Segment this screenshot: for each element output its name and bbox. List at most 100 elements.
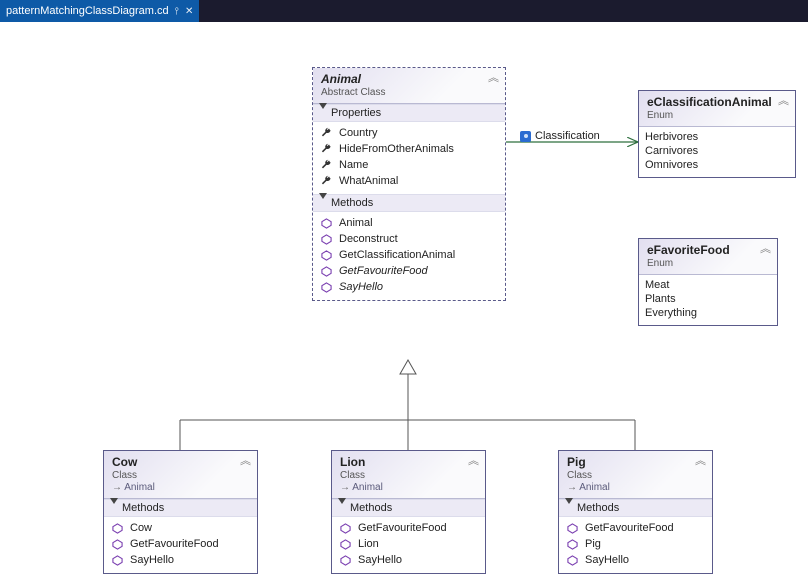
class-kind: Class <box>340 470 479 481</box>
document-tab[interactable]: patternMatchingClassDiagram.cd ⫯ ✕ <box>0 0 199 22</box>
class-title: Cow <box>112 455 251 469</box>
association-label: Classification <box>520 130 600 142</box>
class-title: Pig <box>567 455 706 469</box>
section-methods-header[interactable]: Methods <box>559 499 712 517</box>
class-header: eClassificationAnimal Enum <box>639 91 795 127</box>
method-item[interactable]: GetClassificationAnimal <box>317 247 501 263</box>
enum-value[interactable]: Omnivores <box>643 158 791 172</box>
method-icon <box>319 216 333 230</box>
collapse-icon[interactable] <box>240 456 251 467</box>
arrow-icon: → <box>567 482 579 493</box>
diagram-canvas[interactable]: Classification Animal Abstract Class Pro… <box>0 22 808 585</box>
method-item[interactable]: GetFavouriteFood <box>336 520 481 536</box>
expand-icon <box>565 504 573 516</box>
section-label: Methods <box>331 197 373 209</box>
methods-list: Cow GetFavouriteFood SayHello <box>104 517 257 573</box>
method-item[interactable]: SayHello <box>336 552 481 568</box>
enum-value[interactable]: Everything <box>643 306 773 320</box>
section-properties-header[interactable]: Properties <box>313 104 505 122</box>
inherits-label: → Animal <box>340 482 479 493</box>
class-kind: Enum <box>647 258 771 269</box>
method-item[interactable]: GetFavouriteFood <box>563 520 708 536</box>
class-header: Pig Class → Animal <box>559 451 712 499</box>
class-box-lion[interactable]: Lion Class → Animal Methods GetFavourite… <box>331 450 486 574</box>
method-icon <box>338 521 352 535</box>
association-text: Classification <box>535 130 600 142</box>
section-label: Methods <box>122 502 164 514</box>
class-kind: Enum <box>647 110 789 121</box>
collapse-icon[interactable] <box>468 456 479 467</box>
method-icon <box>338 553 352 567</box>
close-icon[interactable]: ✕ <box>185 6 193 17</box>
class-header: Cow Class → Animal <box>104 451 257 499</box>
method-icon <box>565 553 579 567</box>
method-item[interactable]: SayHello <box>563 552 708 568</box>
class-box-cow[interactable]: Cow Class → Animal Methods Cow GetFavour… <box>103 450 258 574</box>
method-icon <box>319 264 333 278</box>
inherits-label: → Animal <box>112 482 251 493</box>
methods-list: GetFavouriteFood Pig SayHello <box>559 517 712 573</box>
enum-box-efavoritefood[interactable]: eFavoriteFood Enum Meat Plants Everythin… <box>638 238 778 326</box>
enum-values-list: Herbivores Carnivores Omnivores <box>639 127 795 177</box>
arrow-icon: → <box>112 482 124 493</box>
method-item[interactable]: Lion <box>336 536 481 552</box>
method-icon <box>319 232 333 246</box>
properties-list: Country HideFromOtherAnimals Name WhatAn… <box>313 122 505 194</box>
method-item[interactable]: SayHello <box>108 552 253 568</box>
collapse-icon[interactable] <box>760 244 771 255</box>
method-item[interactable]: Pig <box>563 536 708 552</box>
method-icon <box>319 280 333 294</box>
class-box-animal[interactable]: Animal Abstract Class Properties Country… <box>312 67 506 301</box>
expand-icon <box>319 109 327 121</box>
wrench-icon <box>319 142 333 156</box>
enum-value[interactable]: Herbivores <box>643 130 791 144</box>
expand-icon <box>319 199 327 211</box>
section-methods-header[interactable]: Methods <box>332 499 485 517</box>
method-item[interactable]: GetFavouriteFood <box>108 536 253 552</box>
wrench-icon <box>319 126 333 140</box>
class-title: eFavoriteFood <box>647 243 771 257</box>
class-kind: Class <box>112 470 251 481</box>
class-header: eFavoriteFood Enum <box>639 239 777 275</box>
method-icon <box>110 521 124 535</box>
enum-value[interactable]: Meat <box>643 278 773 292</box>
section-methods-header[interactable]: Methods <box>104 499 257 517</box>
pin-icon[interactable]: ⫯ <box>175 6 179 17</box>
section-label: Properties <box>331 107 381 119</box>
class-kind: Abstract Class <box>321 87 499 98</box>
collapse-icon[interactable] <box>488 73 499 84</box>
method-item[interactable]: SayHello <box>317 279 501 295</box>
property-item[interactable]: Name <box>317 157 501 173</box>
enum-value[interactable]: Plants <box>643 292 773 306</box>
collapse-icon[interactable] <box>778 96 789 107</box>
method-icon <box>110 537 124 551</box>
enum-box-eclassificationanimal[interactable]: eClassificationAnimal Enum Herbivores Ca… <box>638 90 796 178</box>
method-item[interactable]: Animal <box>317 215 501 231</box>
class-title: Lion <box>340 455 479 469</box>
enum-value[interactable]: Carnivores <box>643 144 791 158</box>
section-methods-header[interactable]: Methods <box>313 194 505 212</box>
method-item[interactable]: Deconstruct <box>317 231 501 247</box>
method-icon <box>338 537 352 551</box>
method-item[interactable]: GetFavouriteFood <box>317 263 501 279</box>
class-header: Lion Class → Animal <box>332 451 485 499</box>
class-header: Animal Abstract Class <box>313 68 505 104</box>
wrench-icon <box>319 174 333 188</box>
class-title: Animal <box>321 72 499 86</box>
collapse-icon[interactable] <box>695 456 706 467</box>
titlebar: patternMatchingClassDiagram.cd ⫯ ✕ <box>0 0 808 22</box>
expand-icon <box>110 504 118 516</box>
property-item[interactable]: Country <box>317 125 501 141</box>
property-item[interactable]: WhatAnimal <box>317 173 501 189</box>
method-item[interactable]: Cow <box>108 520 253 536</box>
section-label: Methods <box>350 502 392 514</box>
method-icon <box>110 553 124 567</box>
class-box-pig[interactable]: Pig Class → Animal Methods GetFavouriteF… <box>558 450 713 574</box>
method-icon <box>319 248 333 262</box>
expand-icon <box>338 504 346 516</box>
class-title: eClassificationAnimal <box>647 95 789 109</box>
property-item[interactable]: HideFromOtherAnimals <box>317 141 501 157</box>
association-icon <box>520 131 531 142</box>
wrench-icon <box>319 158 333 172</box>
method-icon <box>565 521 579 535</box>
